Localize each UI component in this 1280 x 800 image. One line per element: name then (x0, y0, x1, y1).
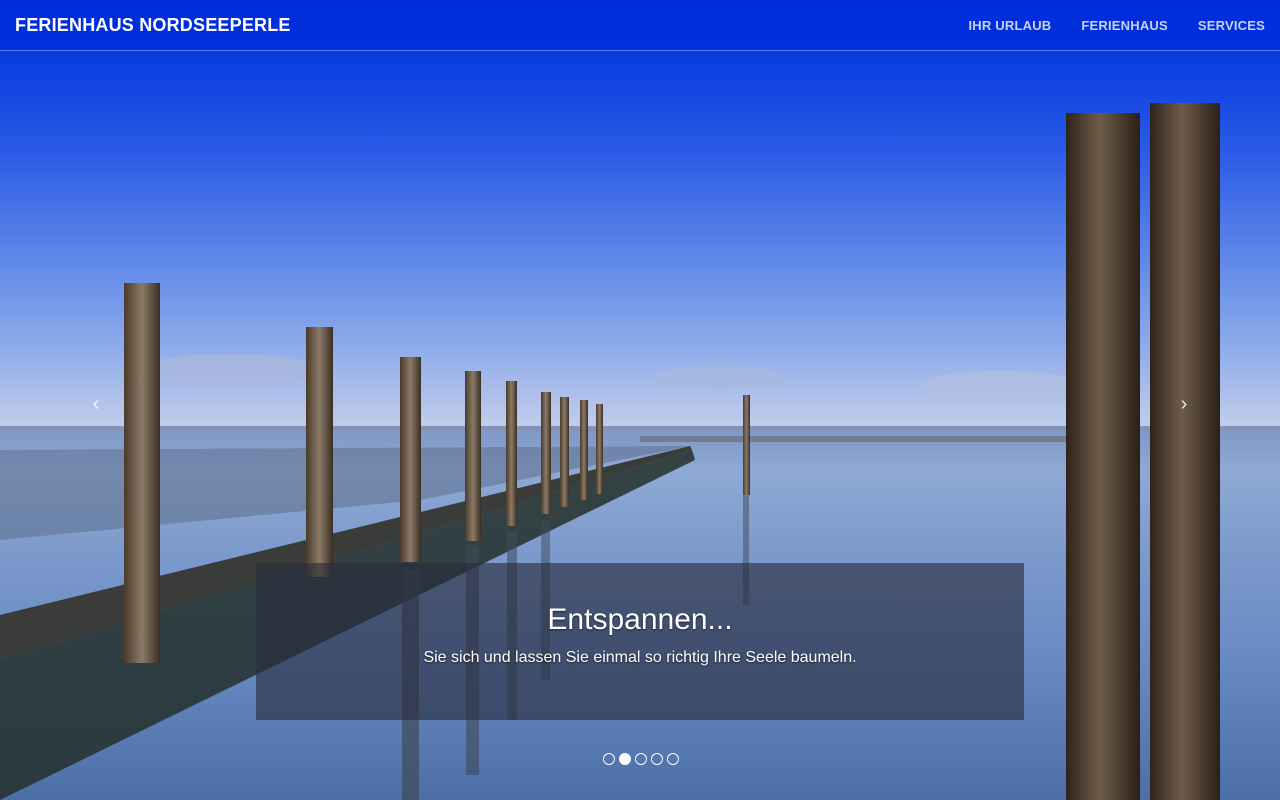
carousel-indicator-dot[interactable] (619, 753, 631, 765)
carousel-indicators (603, 753, 679, 765)
carousel-prev-button[interactable]: ‹ (86, 392, 106, 416)
nav-item-ferienhaus[interactable]: FERIENHAUS (1081, 18, 1168, 33)
brand-logo-link[interactable]: FERIENHAUS NORDSEEPERLE (15, 15, 291, 36)
nav-item-services[interactable]: SERVICES (1198, 18, 1265, 33)
caption-text: Sie sich und lassen Sie einmal so richti… (423, 649, 857, 666)
carousel-indicator-dot[interactable] (635, 753, 647, 765)
chevron-left-icon: ‹ (92, 393, 100, 415)
carousel-indicator-dot[interactable] (651, 753, 663, 765)
main-nav: IHR URLAUB FERIENHAUS SERVICES (968, 18, 1265, 33)
caption-title: Entspannen... (547, 603, 733, 636)
top-navbar: FERIENHAUS NORDSEEPERLE IHR URLAUB FERIE… (0, 0, 1280, 51)
carousel-indicator-dot[interactable] (667, 753, 679, 765)
carousel-caption: Entspannen... Sie sich und lassen Sie ei… (256, 563, 1024, 720)
nav-item-ihr-urlaub[interactable]: IHR URLAUB (968, 18, 1051, 33)
carousel-next-button[interactable]: › (1174, 392, 1194, 416)
carousel-indicator-dot[interactable] (603, 753, 615, 765)
chevron-right-icon: › (1180, 393, 1188, 415)
